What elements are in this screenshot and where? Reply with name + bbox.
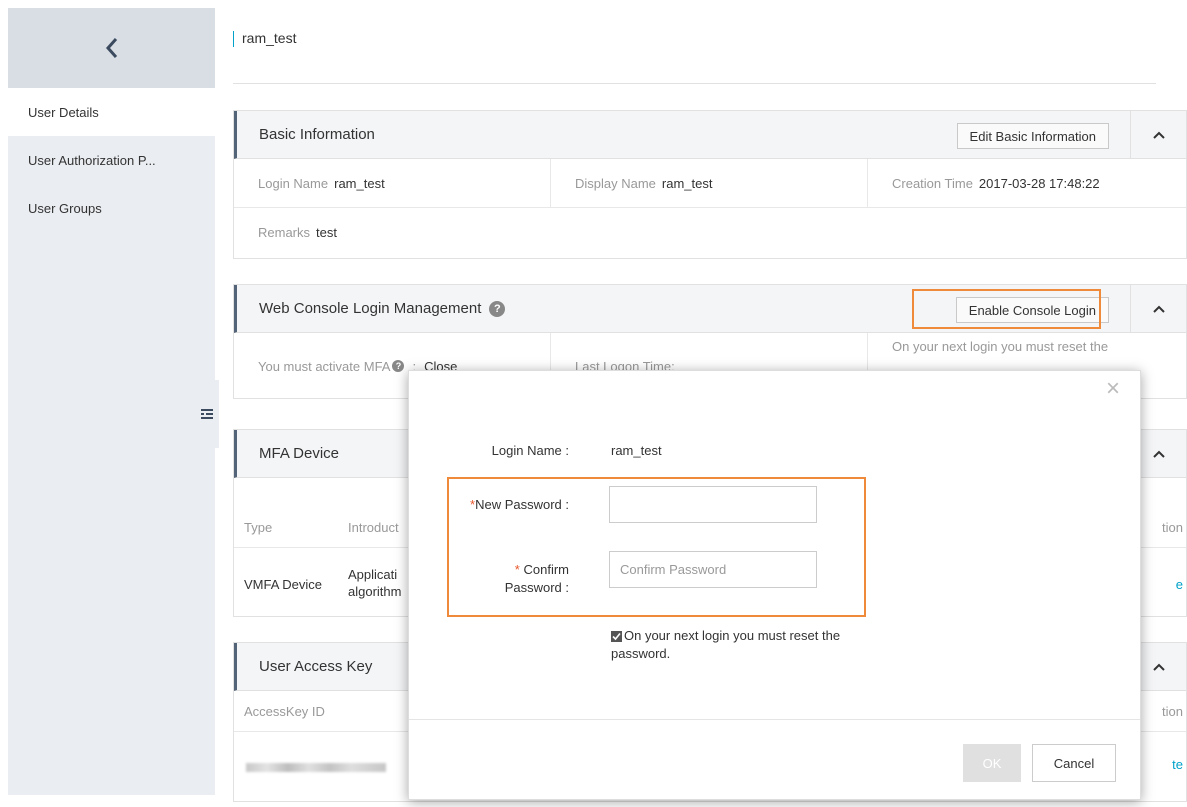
console-login-header: Web Console Login Management ? Enable Co… [234,285,1186,333]
title-accent-bar [233,31,234,47]
info-row: Remarks test [234,208,1186,257]
panel-title: MFA Device [259,445,340,462]
list-collapse-icon [201,409,213,419]
page-header: ram_test [233,8,1156,84]
sidebar-toggle-handle[interactable] [195,380,219,448]
sidebar: User Details User Authorization P... Use… [8,8,215,795]
sidebar-item-label: User Authorization P... [28,152,156,168]
display-name-cell: Display Name ram_test [551,159,868,207]
collapse-button[interactable] [1130,285,1186,332]
column-action: tion [1162,704,1183,719]
checkmark-icon [612,632,621,640]
sidebar-item-user-details[interactable]: User Details [8,88,215,136]
accesskey-action-link[interactable]: te [1172,757,1183,772]
confirm-password-label: * Confirm Password : [439,561,569,597]
cancel-button[interactable]: Cancel [1032,744,1116,782]
column-intro: Introduct [348,520,399,535]
chevron-up-icon [1152,131,1165,139]
reset-text: On your next login you must reset the [892,339,1109,354]
creation-time-value: 2017-03-28 17:48:22 [978,175,1100,191]
confirm-password-input[interactable] [609,551,817,588]
panel-title: Basic Information [259,126,375,143]
chevron-up-icon [1152,663,1165,671]
mfa-action-link[interactable]: e [1176,577,1183,592]
sidebar-item-label: User Details [28,104,99,120]
mfa-label: You must activate MFA [258,358,391,374]
confirm-label-line1: Confirm [523,562,569,577]
new-password-input[interactable] [609,486,817,523]
help-icon[interactable]: ? [489,300,506,317]
remarks-value: test [316,225,337,240]
reset-password-checkbox[interactable] [611,630,622,642]
creation-time-cell: Creation Time 2017-03-28 17:48:22 [868,159,1185,207]
login-name-value: ram_test [334,175,385,191]
back-button[interactable] [8,8,215,88]
column-type: Type [244,520,273,535]
sidebar-item-label: User Groups [28,200,102,216]
collapse-button[interactable] [1130,111,1186,158]
creation-time-label: Creation Time [892,175,973,191]
new-password-label-text: New Password : [475,497,569,512]
confirm-label-line2: Password : [504,580,569,595]
sidebar-item-user-authorization[interactable]: User Authorization P... [8,136,215,184]
chevron-up-icon [1152,450,1165,458]
edit-basic-info-button[interactable]: Edit Basic Information [956,123,1109,149]
info-row: Login Name ram_test Display Name ram_test … [234,159,1186,208]
login-name-value: ram_test [611,443,662,458]
enable-console-login-button[interactable]: Enable Console Login [955,297,1109,323]
chevron-left-icon [105,38,117,58]
new-password-label: *New Password : [439,497,569,512]
reset-checkbox-label-line2: password. [611,646,671,661]
sidebar-item-user-groups[interactable]: User Groups [8,184,215,232]
basic-info-panel: Basic Information Edit Basic Information… [233,110,1187,259]
column-action: tion [1162,520,1183,535]
accesskey-id-redacted [246,760,386,775]
panel-title: User Access Key [259,658,373,675]
remarks-label: Remarks [258,225,311,240]
login-name-label: Login Name [258,175,329,191]
chevron-up-icon [1152,305,1165,313]
mfa-intro-line: algorithm [348,584,402,599]
mfa-intro-cell: Applicati algorithm [348,566,401,600]
ok-button[interactable]: OK [963,744,1021,782]
login-name-label: Login Name : [491,443,569,458]
column-accesskey-id: AccessKey ID [244,704,325,719]
login-name-cell: Login Name ram_test [234,159,551,207]
reset-password-checkbox-row: On your next login you must reset the pa… [611,627,911,663]
basic-info-header: Basic Information Edit Basic Information [234,111,1186,159]
mfa-intro-line: Applicati [348,567,398,582]
page-title: ram_test [242,30,297,46]
reset-checkbox-label: On your next login you must reset the [624,628,841,643]
mfa-type-cell: VMFA Device [244,577,323,592]
display-name-label: Display Name [575,175,656,191]
dialog-footer: OK Cancel [409,719,1140,799]
help-icon[interactable]: ? [392,360,405,372]
reset-password-dialog: × Login Name : ram_test *New Password : … [408,370,1141,800]
required-marker: * [514,562,520,577]
remarks-cell: Remarks test [234,208,1186,257]
display-name-value: ram_test [661,175,713,191]
close-icon[interactable]: × [1106,377,1120,401]
panel-title: Web Console Login Management [259,300,482,317]
